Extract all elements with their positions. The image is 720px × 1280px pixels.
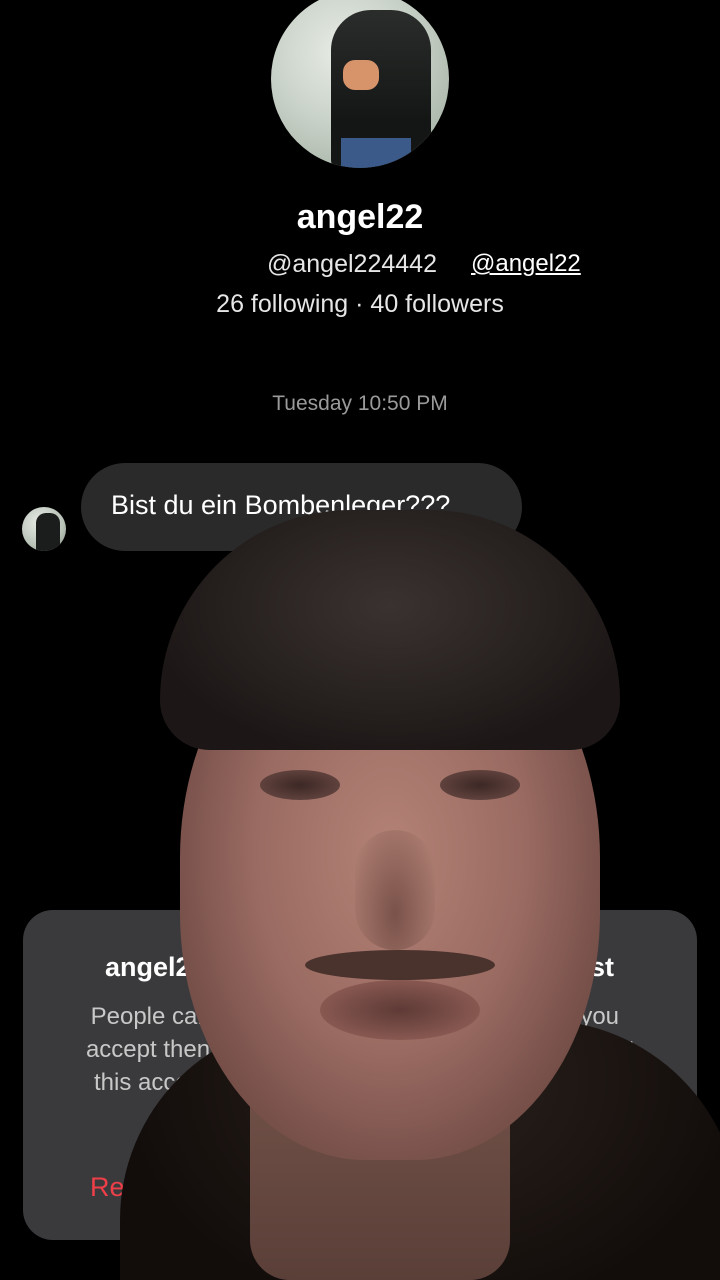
request-body-right-line: late xyxy=(563,1069,602,1096)
avatar-jeans xyxy=(341,138,411,168)
screen: angel22 @angel224442 @angel22 26 followi… xyxy=(0,0,720,1280)
request-body-right: il you Report late xyxy=(563,1000,673,1099)
profile-avatar[interactable] xyxy=(271,0,449,168)
message-request-panel: angel2 est People car accept then this a… xyxy=(23,910,697,1240)
request-title-right: est xyxy=(575,952,615,982)
avatar-hand xyxy=(343,60,379,90)
report-button[interactable]: Report xyxy=(90,1172,171,1203)
request-body-left: People car accept then this accou xyxy=(68,1000,228,1099)
request-body-left-line: accept then xyxy=(85,1036,211,1063)
message-bubble[interactable]: Bist du ein Bombenleger??? xyxy=(81,463,522,551)
profile-display-name: angel22 xyxy=(296,198,424,236)
request-title-left: angel2 xyxy=(105,952,191,982)
request-body-left-line: People car xyxy=(90,1003,206,1030)
request-body-right-line: Report xyxy=(563,1036,636,1063)
sender-avatar[interactable] xyxy=(22,507,66,551)
message-text: Bist du ein Bombenleger??? xyxy=(111,490,451,520)
request-body-left-line: this accou xyxy=(93,1069,203,1096)
overlay-eye-left xyxy=(260,770,340,800)
request-body-right-line: il you xyxy=(563,1003,620,1030)
overlay-eye-right xyxy=(440,770,520,800)
mention-tag[interactable]: @angel22 xyxy=(471,250,581,278)
sender-avatar-figure xyxy=(36,513,60,551)
profile-stats: 26 following · 40 followers xyxy=(216,290,504,318)
message-timestamp: Tuesday 10:50 PM xyxy=(272,392,448,415)
profile-handle: @angel224442 xyxy=(267,250,437,278)
